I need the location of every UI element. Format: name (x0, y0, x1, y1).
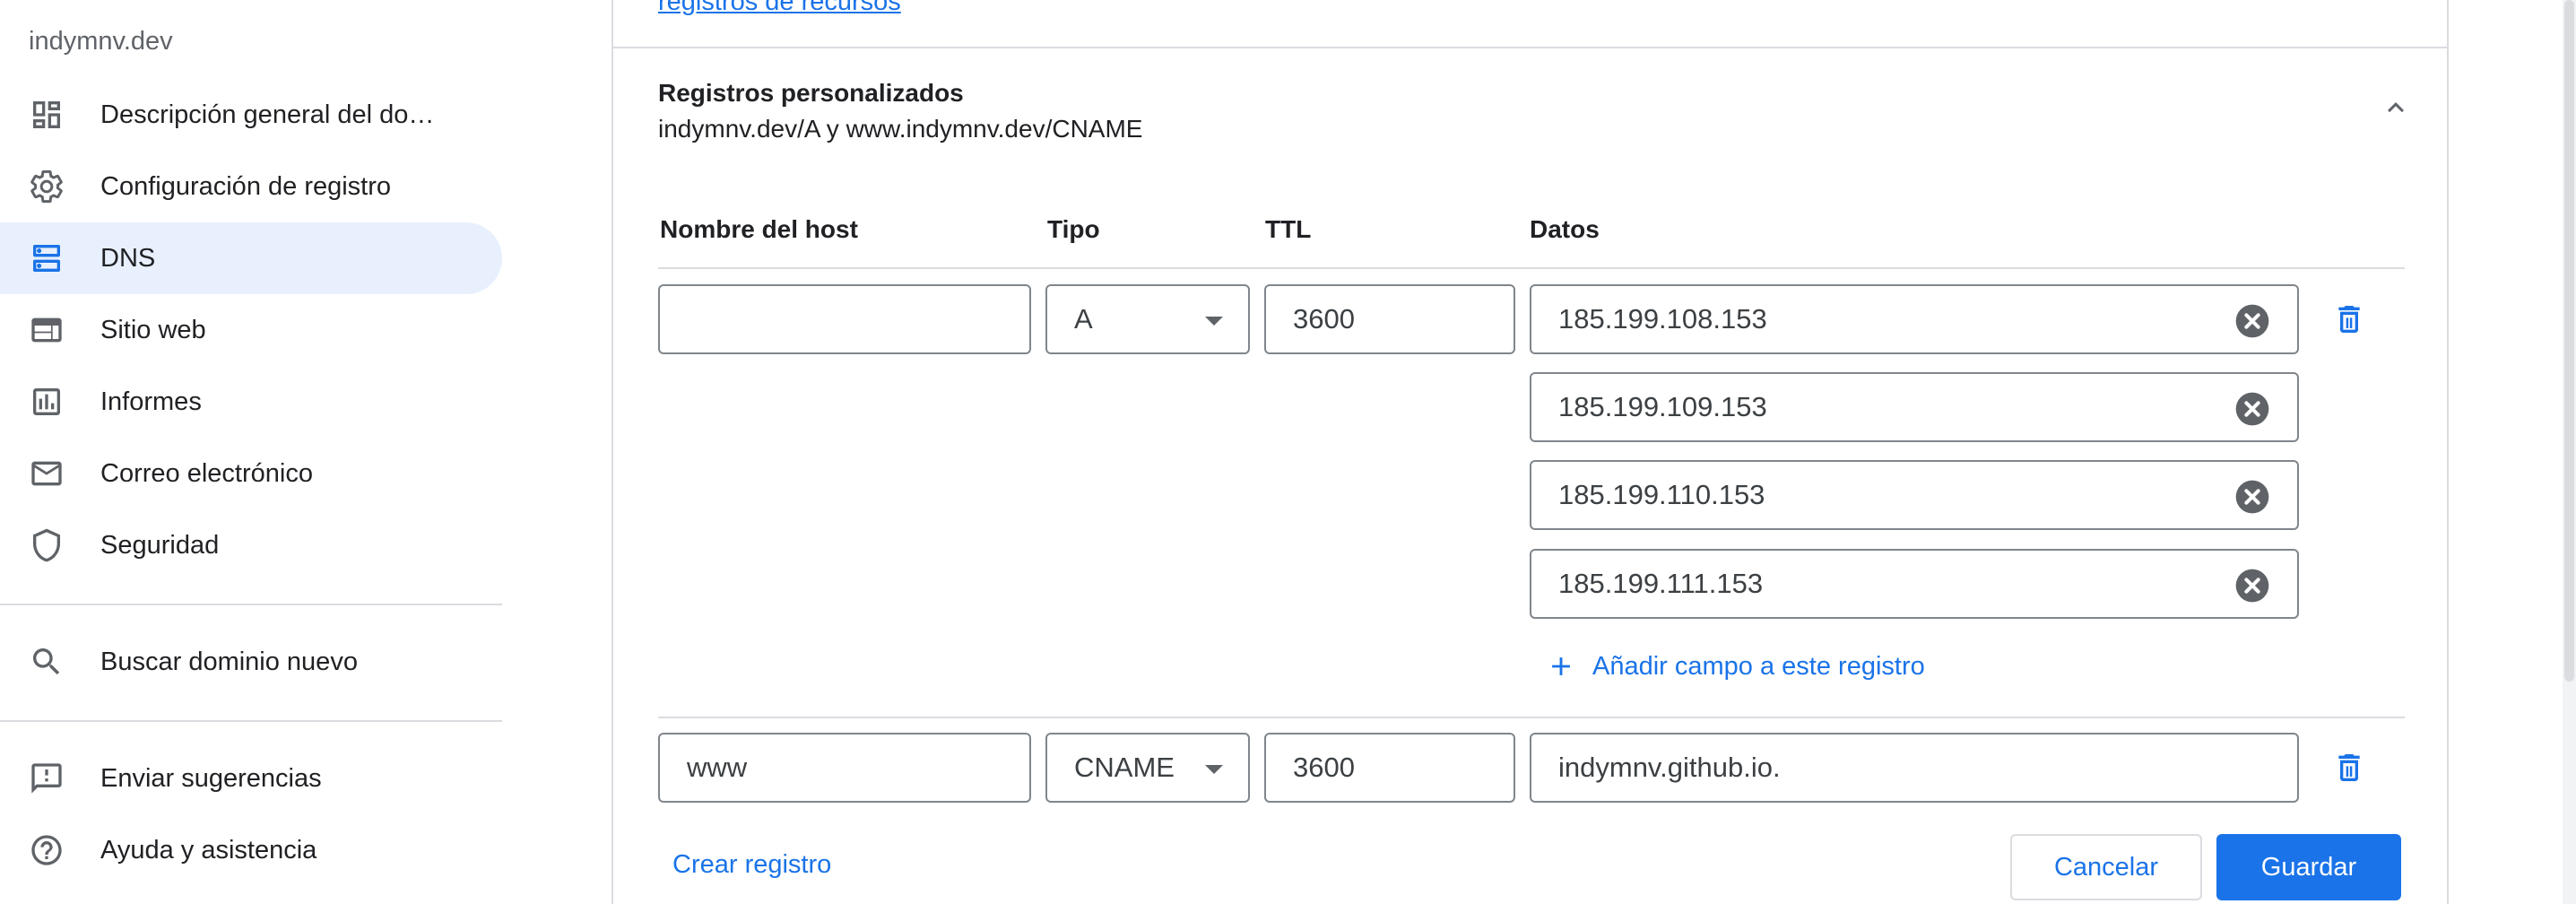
record-divider (658, 717, 2405, 718)
add-field-label: Añadir campo a este registro (1592, 651, 1925, 681)
sidebar-item-reports[interactable]: Informes (0, 366, 502, 438)
sidebar-item-security[interactable]: Seguridad (0, 509, 502, 581)
sidebar-item-label: Configuración de registro (100, 171, 392, 201)
type-select-value: CNAME (1074, 752, 1175, 783)
sidebar-item-label: Buscar dominio nuevo (100, 647, 358, 676)
data-input[interactable]: indymnv.github.io. (1530, 733, 2299, 803)
ttl-input[interactable]: 3600 (1264, 284, 1515, 354)
sidebar-item-help[interactable]: Ayuda y asistencia (0, 814, 502, 886)
sidebar-item-label: Correo electrónico (100, 458, 313, 488)
scrollbar-thumb[interactable] (2564, 0, 2574, 682)
sidebar: indymnv.dev Descripción general del do… … (0, 0, 612, 904)
type-select[interactable]: CNAME (1045, 733, 1250, 803)
sidebar-item-registration[interactable]: Configuración de registro (0, 151, 502, 222)
save-button[interactable]: Guardar (2216, 834, 2401, 900)
host-input[interactable]: www (658, 733, 1031, 803)
custom-records-card: registros de recursos Registros personal… (611, 0, 2449, 904)
bar-chart-icon (33, 388, 60, 415)
data-input[interactable]: 185.199.111.153 (1530, 549, 2299, 619)
data-input[interactable]: 185.199.109.153 (1530, 372, 2299, 442)
resource-records-link[interactable]: registros de recursos (658, 0, 901, 17)
search-icon (33, 648, 60, 675)
data-input[interactable]: 185.199.110.153 (1530, 460, 2299, 530)
clear-icon[interactable] (2234, 568, 2270, 604)
section-divider (613, 47, 2447, 48)
sidebar-divider (0, 720, 502, 722)
sidebar-item-label: Ayuda y asistencia (100, 835, 317, 865)
sidebar-item-feedback[interactable]: Enviar sugerencias (0, 743, 502, 814)
type-select[interactable]: A (1045, 284, 1250, 354)
section-title: Registros personalizados (658, 79, 964, 107)
clear-icon[interactable] (2234, 303, 2270, 339)
data-input-value: 185.199.110.153 (1558, 479, 1765, 510)
create-record-link[interactable]: Crear registro (672, 850, 831, 880)
sidebar-item-search-domain[interactable]: Buscar dominio nuevo (0, 626, 502, 698)
clear-icon[interactable] (2234, 391, 2270, 427)
data-input[interactable]: 185.199.108.153 (1530, 284, 2299, 354)
dashboard-icon (33, 101, 60, 128)
sidebar-item-label: Sitio web (100, 315, 206, 344)
clear-icon[interactable] (2234, 479, 2270, 515)
caret-down-icon (1205, 765, 1223, 774)
mail-icon (31, 461, 62, 486)
gear-icon (30, 170, 63, 204)
section-subtitle: indymnv.dev/A y www.indymnv.dev/CNAME (658, 115, 1143, 143)
column-header-type: Tipo (1047, 215, 1100, 243)
data-input-value: 185.199.109.153 (1558, 391, 1767, 422)
help-icon (31, 835, 62, 865)
sidebar-item-dns[interactable]: DNS (0, 222, 502, 294)
header-divider (658, 267, 2405, 269)
host-input[interactable] (658, 284, 1031, 354)
delete-record-icon[interactable] (2331, 301, 2367, 337)
data-input-value: 185.199.111.153 (1558, 568, 1764, 599)
sidebar-item-label: Descripción general del do… (100, 100, 435, 129)
sidebar-divider (0, 604, 502, 605)
delete-record-icon[interactable] (2331, 750, 2367, 786)
cancel-button[interactable]: Cancelar (2010, 834, 2202, 900)
web-icon (31, 317, 62, 343)
shield-icon (33, 528, 60, 562)
plus-icon (1552, 657, 1570, 675)
chevron-up-icon[interactable] (2380, 91, 2412, 124)
sidebar-item-overview[interactable]: Descripción general del do… (0, 79, 502, 151)
column-header-data: Datos (1530, 215, 1600, 243)
sidebar-item-website[interactable]: Sitio web (0, 294, 502, 366)
sidebar-item-label: DNS (100, 243, 156, 273)
domain-name: indymnv.dev (29, 27, 173, 56)
feedback-icon (31, 763, 62, 794)
data-input-value: 185.199.108.153 (1558, 303, 1767, 335)
caret-down-icon (1205, 317, 1223, 326)
sidebar-item-label: Informes (100, 387, 202, 416)
sidebar-item-label: Seguridad (100, 530, 220, 560)
add-field-button[interactable]: Añadir campo a este registro (1546, 651, 1925, 682)
column-header-ttl: TTL (1265, 215, 1312, 243)
type-select-value: A (1074, 303, 1093, 335)
sidebar-item-email[interactable]: Correo electrónico (0, 438, 502, 509)
ttl-input[interactable]: 3600 (1264, 733, 1515, 803)
sidebar-item-label: Enviar sugerencias (100, 763, 322, 793)
column-header-host: Nombre del host (660, 215, 858, 243)
dns-icon (33, 245, 60, 272)
